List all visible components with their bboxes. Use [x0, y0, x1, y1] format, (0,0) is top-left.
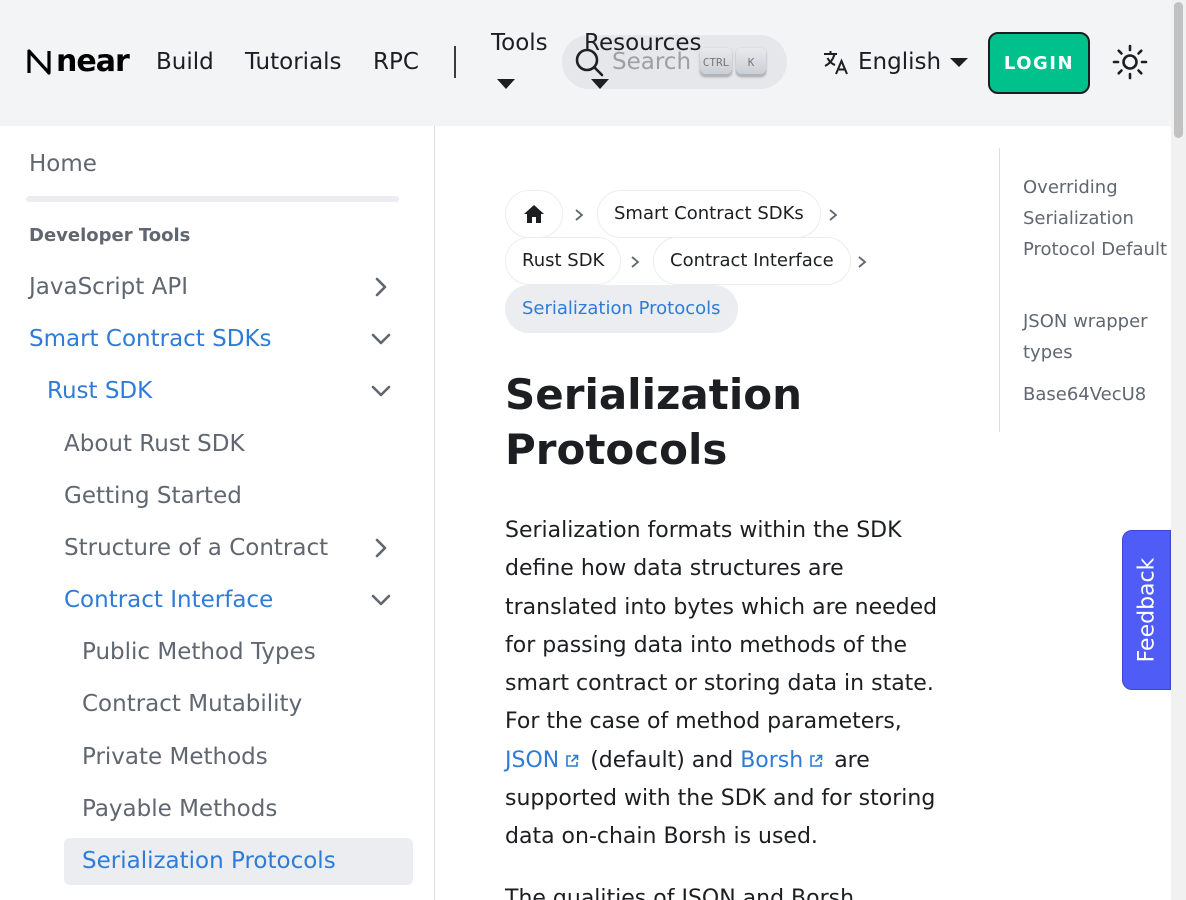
- breadcrumb-home[interactable]: [505, 190, 563, 238]
- page-scrollbar[interactable]: [1171, 0, 1186, 900]
- navbar: near Build Tutorials RPC Tools Search CT…: [0, 0, 1171, 126]
- chevron-down-icon[interactable]: [370, 589, 392, 611]
- sidebar-item-structure-of-a-contract[interactable]: Structure of a Contract: [64, 532, 328, 564]
- sidebar-item-home[interactable]: Home: [29, 148, 97, 180]
- toc-item-base64vecu8[interactable]: Base64VecU8: [1023, 379, 1168, 410]
- tools-caret-icon: [497, 79, 515, 89]
- resources-label: Resources: [584, 30, 702, 56]
- breadcrumb-chevron-icon: [575, 209, 584, 221]
- borsh-link-label: Borsh: [740, 747, 804, 773]
- nav-separator: [454, 46, 456, 78]
- sidebar-item-getting-started[interactable]: Getting Started: [64, 480, 242, 512]
- chevron-down-icon[interactable]: [370, 328, 392, 350]
- breadcrumb-chevron-icon: [858, 256, 867, 268]
- sidebar-item-serialization-protocols[interactable]: Serialization Protocols: [82, 845, 336, 877]
- sidebar-item-smart-contract-sdks[interactable]: Smart Contract SDKs: [29, 323, 272, 355]
- tools-label: Tools: [491, 30, 548, 56]
- language-selector[interactable]: English: [822, 44, 969, 80]
- sun-icon[interactable]: [1112, 44, 1148, 80]
- logo-text: near: [56, 44, 130, 79]
- tools-dropdown[interactable]: Tools: [491, 28, 548, 58]
- nav-link-build[interactable]: Build: [156, 46, 214, 78]
- sidebar-divider: [26, 196, 399, 202]
- sidebar-item-contract-mutability[interactable]: Contract Mutability: [82, 688, 302, 720]
- breadcrumb-current: Serialization Protocols: [505, 285, 738, 333]
- next-paragraph: The qualities of JSON and Borsh: [505, 886, 855, 900]
- feedback-label: Feedback: [1134, 557, 1159, 663]
- sidebar-item-public-method-types[interactable]: Public Method Types: [82, 636, 316, 668]
- para-text: (default) and: [583, 747, 741, 773]
- breadcrumb-chevron-icon: [631, 256, 640, 268]
- sidebar-item-contract-interface[interactable]: Contract Interface: [64, 584, 273, 616]
- breadcrumb-chevron-icon: [829, 209, 838, 221]
- borsh-link[interactable]: Borsh: [740, 748, 827, 773]
- login-button[interactable]: LOGIN: [988, 32, 1090, 94]
- json-link-label: JSON: [505, 747, 560, 773]
- feedback-button[interactable]: Feedback: [1122, 530, 1171, 690]
- kbd-k: K: [736, 48, 766, 76]
- json-link[interactable]: JSON: [505, 748, 583, 773]
- resources-caret-icon: [591, 79, 609, 89]
- intro-paragraph: Serialization formats within the SDK def…: [505, 512, 945, 857]
- resources-dropdown[interactable]: Resources: [584, 28, 701, 58]
- para-text: Serialization formats within the SDK def…: [505, 518, 938, 735]
- language-caret-icon: [950, 58, 969, 67]
- docs-sidebar: Home Developer Tools JavaScript API Smar…: [0, 126, 435, 900]
- sidebar-item-payable-methods[interactable]: Payable Methods: [82, 793, 277, 825]
- chevron-right-icon[interactable]: [370, 537, 392, 559]
- toc-item-json-wrapper-types[interactable]: JSON wrapper types: [1023, 306, 1168, 368]
- external-link-icon: [810, 754, 823, 767]
- sidebar-item-rust-sdk[interactable]: Rust SDK: [47, 375, 152, 407]
- sidebar-item-private-methods[interactable]: Private Methods: [82, 741, 268, 773]
- nav-link-tutorials[interactable]: Tutorials: [245, 46, 342, 78]
- breadcrumb-item[interactable]: Smart Contract SDKs: [597, 190, 821, 238]
- nav-link-rpc[interactable]: RPC: [373, 46, 419, 78]
- language-label: English: [858, 49, 942, 75]
- external-link-icon: [566, 754, 579, 767]
- home-icon: [524, 205, 544, 223]
- near-logo-icon: [27, 49, 51, 75]
- sidebar-item-javascript-api[interactable]: JavaScript API: [29, 271, 188, 303]
- sidebar-category-label: Developer Tools: [29, 225, 191, 246]
- chevron-right-icon[interactable]: [370, 276, 392, 298]
- kbd-ctrl: CTRL: [700, 48, 732, 76]
- breadcrumb-item[interactable]: Rust SDK: [505, 237, 622, 285]
- near-logo[interactable]: near: [26, 44, 130, 80]
- breadcrumb-item[interactable]: Contract Interface: [653, 237, 851, 285]
- page-title: Serialization Protocols: [505, 370, 802, 474]
- sidebar-item-about-rust-sdk[interactable]: About Rust SDK: [64, 428, 245, 460]
- translate-icon: [824, 51, 848, 75]
- chevron-down-icon[interactable]: [370, 380, 392, 402]
- scrollbar-thumb[interactable]: [1174, 2, 1183, 138]
- table-of-contents: Overriding Serialization Protocol Defaul…: [999, 148, 1171, 432]
- toc-item-overriding-serialization[interactable]: Overriding Serialization Protocol Defaul…: [1023, 172, 1168, 265]
